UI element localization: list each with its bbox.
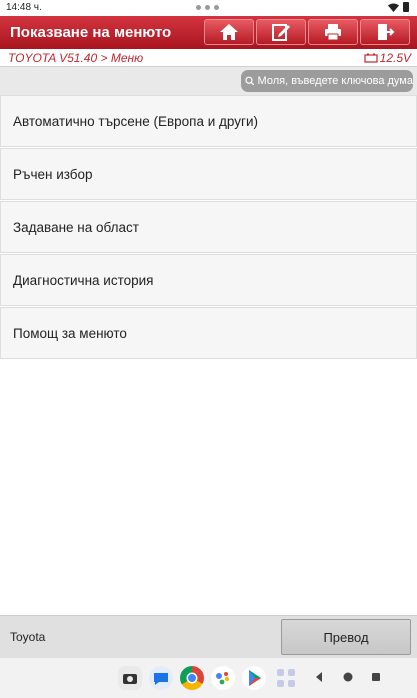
- vehicle-label: Toyota: [10, 630, 46, 644]
- menu-item-manual-selection[interactable]: Ръчен избор: [0, 148, 417, 200]
- status-icons: [388, 2, 409, 12]
- assistant-app-icon[interactable]: [211, 666, 235, 690]
- home-nav-icon[interactable]: [342, 671, 354, 683]
- menu-item-label: Диагностична история: [13, 272, 154, 288]
- search-icon: [245, 76, 255, 86]
- menu-item-diagnostic-history[interactable]: Диагностична история: [0, 254, 417, 306]
- status-time: 14:48 ч.: [6, 2, 42, 13]
- search-placeholder: Моля, въведете ключова дума: [257, 75, 413, 87]
- status-bar: 14:48 ч.: [0, 0, 417, 16]
- camera-dots: [196, 5, 219, 10]
- menu-list: Автоматично търсене (Европа и други) Ръч…: [0, 95, 417, 360]
- menu-item-label: Помощ за менюто: [13, 325, 127, 341]
- play-store-app-icon[interactable]: [242, 666, 266, 690]
- edit-icon: [272, 24, 290, 41]
- system-nav-bar: [0, 658, 417, 698]
- menu-item-label: Автоматично търсене (Европа и други): [13, 113, 258, 129]
- search-input[interactable]: Моля, въведете ключова дума: [241, 70, 413, 92]
- bottom-bar: Toyota Превод: [0, 615, 417, 658]
- home-icon: [220, 24, 238, 40]
- app-header: Показване на менюто: [0, 16, 417, 49]
- menu-item-menu-help[interactable]: Помощ за менюто: [0, 307, 417, 359]
- breadcrumb: TOYOTA V51.40 > Меню: [8, 51, 144, 65]
- app-grid-icon[interactable]: [276, 668, 296, 688]
- home-button[interactable]: [204, 19, 254, 45]
- translate-button[interactable]: Превод: [281, 619, 411, 655]
- menu-item-label: Задаване на област: [13, 219, 139, 235]
- menu-item-label: Ръчен избор: [13, 166, 93, 182]
- print-button[interactable]: [308, 19, 358, 45]
- page-title: Показване на менюто: [10, 24, 172, 41]
- voltage-indicator: 12.5V: [364, 51, 411, 65]
- back-icon[interactable]: [314, 671, 324, 683]
- battery-voltage-icon: [364, 53, 378, 63]
- breadcrumb-bar: TOYOTA V51.40 > Меню 12.5V: [0, 49, 417, 67]
- chrome-app-icon[interactable]: [180, 666, 204, 690]
- camera-app-icon[interactable]: [118, 666, 142, 690]
- search-row: Моля, въведете ключова дума: [0, 67, 417, 95]
- messages-app-icon[interactable]: [149, 666, 173, 690]
- exit-button[interactable]: [360, 19, 410, 45]
- edit-report-button[interactable]: [256, 19, 306, 45]
- battery-icon: [403, 2, 409, 12]
- menu-item-set-region[interactable]: Задаване на област: [0, 201, 417, 253]
- wifi-icon: [388, 3, 399, 12]
- exit-icon: [378, 24, 395, 40]
- voltage-value: 12.5V: [379, 51, 411, 65]
- recents-icon[interactable]: [370, 671, 382, 683]
- menu-item-auto-search[interactable]: Автоматично търсене (Европа и други): [0, 95, 417, 147]
- print-icon: [325, 24, 341, 41]
